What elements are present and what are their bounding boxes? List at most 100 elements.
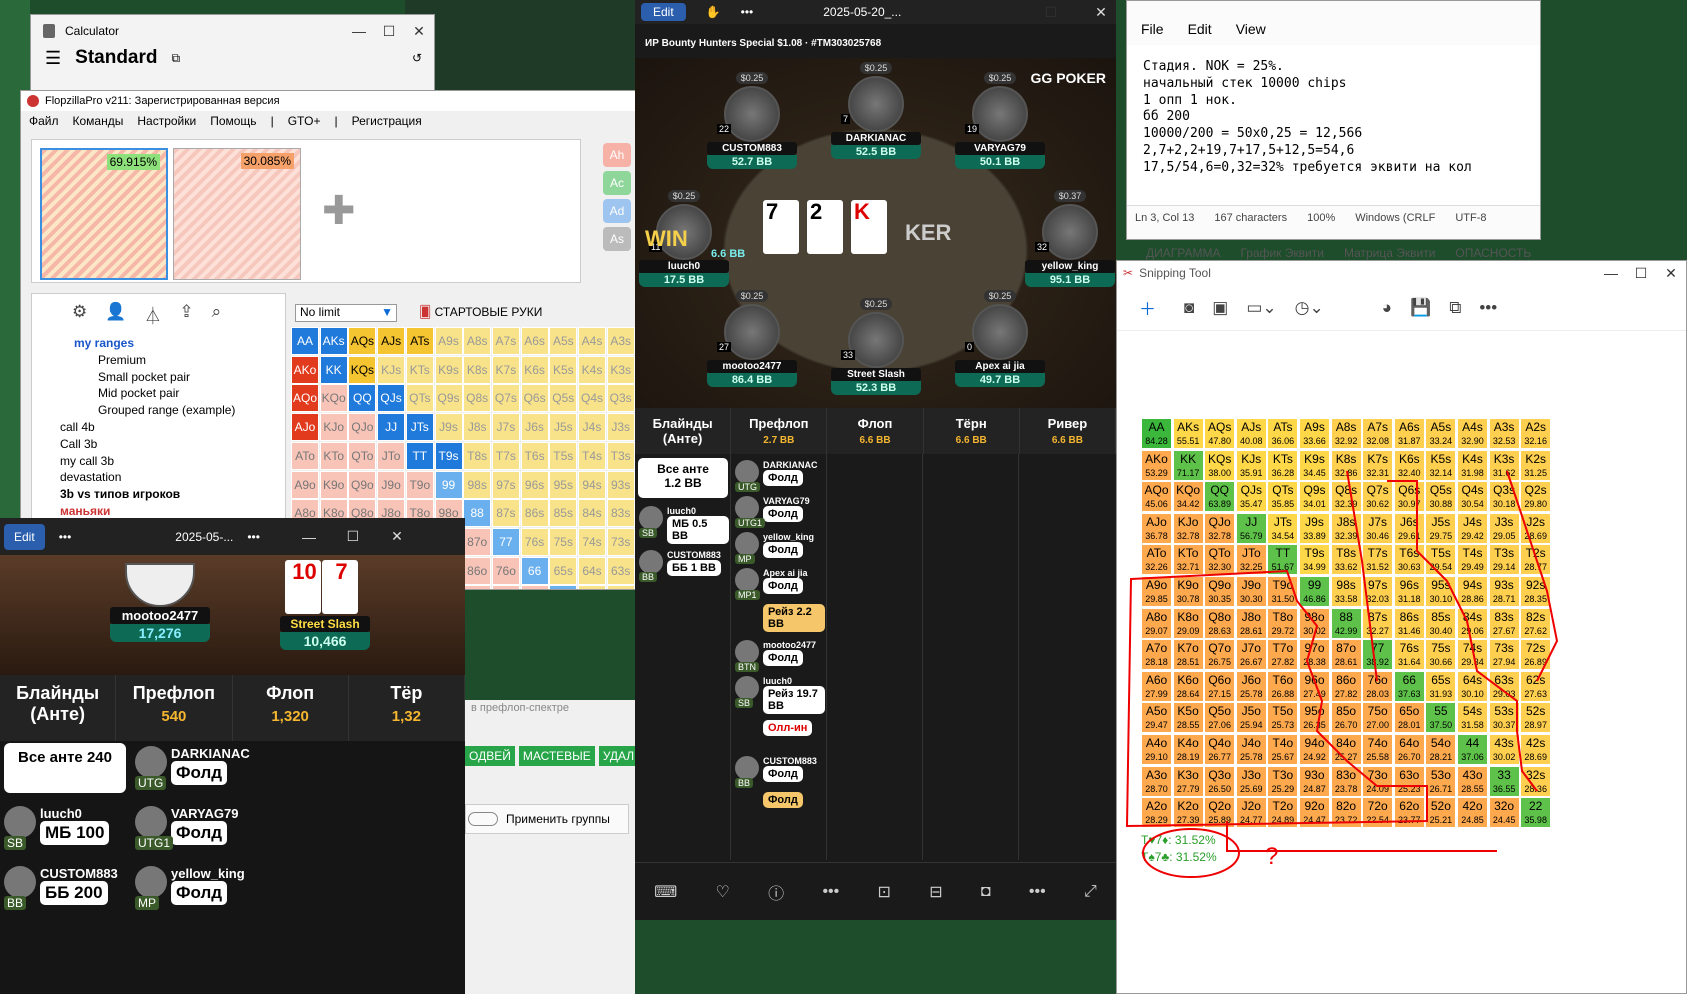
screenshot-icon[interactable]: ⊡ xyxy=(878,882,891,902)
hand-cell[interactable]: J3s xyxy=(606,413,635,442)
hand-cell[interactable]: 95s xyxy=(549,470,578,499)
hand-cell[interactable]: 87s xyxy=(491,499,520,528)
hand-cell[interactable]: KJs xyxy=(377,355,406,384)
hand-cell[interactable]: 74s xyxy=(578,527,606,556)
settings-icon[interactable]: ⚙ xyxy=(72,302,87,327)
hand-cell[interactable]: J7s xyxy=(491,413,520,442)
hand-cell[interactable]: Q9o xyxy=(348,470,377,499)
apply-groups-toggle[interactable] xyxy=(468,812,498,826)
hand-cell[interactable]: 96s xyxy=(520,470,549,499)
minimize-button[interactable]: — xyxy=(294,529,324,545)
hand-cell[interactable]: K9s xyxy=(434,355,463,384)
hand-cell[interactable]: T4s xyxy=(578,441,606,470)
text-area[interactable]: Стадия. NOK = 25%. начальный стек 10000 c… xyxy=(1127,45,1540,205)
hand-cell[interactable]: 76o xyxy=(491,556,520,585)
menu-item[interactable]: Настройки xyxy=(137,114,196,128)
hand-cell[interactable]: AJo xyxy=(291,413,319,442)
menu-item[interactable]: Команды xyxy=(73,114,124,128)
hand-cell[interactable]: ATs xyxy=(405,327,434,355)
tree-item[interactable]: Small pocket pair xyxy=(60,369,285,386)
menu-item[interactable]: GTO+ xyxy=(288,114,321,128)
keep-on-top-icon[interactable]: ⧉ xyxy=(172,51,181,66)
maximize-button[interactable]: ☐ xyxy=(1036,4,1066,21)
hand-cell[interactable]: T5s xyxy=(549,441,578,470)
group-button[interactable]: УДАЛ xyxy=(598,746,639,766)
tree-item[interactable]: Call 3b xyxy=(60,436,285,453)
hand-cell[interactable]: KQo xyxy=(319,384,348,413)
hand-cell[interactable]: AJs xyxy=(377,327,406,355)
hand-cell[interactable]: 97s xyxy=(491,470,520,499)
hand-cell[interactable]: A7s xyxy=(491,327,520,355)
group-button[interactable]: МАСТЕВЫЕ xyxy=(518,746,595,766)
tree-item[interactable]: my call 3b xyxy=(60,453,285,470)
hand-cell[interactable]: Q4s xyxy=(578,384,606,413)
close-button[interactable]: ✕ xyxy=(1086,4,1116,21)
menu-item[interactable]: Edit xyxy=(1188,21,1212,45)
suit-button[interactable]: Ah xyxy=(603,143,631,167)
hand-cell[interactable]: 55 xyxy=(549,585,578,589)
tree-item[interactable]: Mid pocket pair xyxy=(60,385,285,402)
hand-cell[interactable]: J9s xyxy=(434,413,463,442)
hand-cell[interactable]: Q9s xyxy=(434,384,463,413)
hand-cell[interactable]: T6s xyxy=(520,441,549,470)
hand-cell[interactable]: 93s xyxy=(606,470,635,499)
suit-button[interactable]: As xyxy=(603,227,631,251)
hand-cell[interactable]: K9o xyxy=(319,470,348,499)
range2-box[interactable]: 30.085% xyxy=(173,148,301,280)
hand-cell[interactable]: AKs xyxy=(319,327,348,355)
hand-cell[interactable]: KJo xyxy=(319,413,348,442)
user-icon[interactable]: 👤 xyxy=(105,302,126,327)
menu-icon[interactable]: ••• xyxy=(1029,883,1046,901)
history-icon[interactable]: ↺ xyxy=(412,51,422,65)
hand-cell[interactable]: J5s xyxy=(549,413,578,442)
hand-cell[interactable]: J4s xyxy=(578,413,606,442)
hand-icon[interactable]: ✋ xyxy=(706,5,721,19)
hand-cell[interactable]: 54s xyxy=(578,585,606,589)
hand-cell[interactable]: AKo xyxy=(291,355,319,384)
more-icon[interactable]: ••• xyxy=(59,530,72,544)
hand-cell[interactable]: 73s xyxy=(606,527,635,556)
hand-cell[interactable]: ATo xyxy=(291,441,319,470)
tree-item[interactable]: my ranges xyxy=(60,335,285,352)
menu-item[interactable]: Регистрация xyxy=(352,114,422,128)
hand-cell[interactable]: T8s xyxy=(463,441,492,470)
hand-cell[interactable]: 86o xyxy=(463,556,492,585)
hand-cell[interactable]: KTo xyxy=(319,441,348,470)
hand-cell[interactable]: K3s xyxy=(606,355,635,384)
hand-cell[interactable]: KQs xyxy=(348,355,377,384)
hand-cell[interactable]: 98s xyxy=(463,470,492,499)
hand-cell[interactable]: 86s xyxy=(520,499,549,528)
hand-cell[interactable]: QQ xyxy=(348,384,377,413)
heart-icon[interactable]: ♡ xyxy=(716,882,730,902)
hand-cell[interactable]: QTs xyxy=(405,384,434,413)
close-button[interactable]: ✕ xyxy=(404,23,434,40)
search-icon[interactable]: ⌕ xyxy=(212,302,222,327)
hand-cell[interactable]: 75s xyxy=(549,527,578,556)
add-range-icon[interactable]: ✚ xyxy=(322,188,356,234)
filter-icon[interactable]: ⏃ xyxy=(144,302,161,327)
more-icon[interactable]: ••• xyxy=(741,5,754,19)
hand-cell[interactable]: A8s xyxy=(463,327,492,355)
hand-cell[interactable]: 65s xyxy=(549,556,578,585)
hand-cell[interactable]: AQo xyxy=(291,384,319,413)
equilab-tab[interactable]: ОПАСНОСТЬ xyxy=(1455,246,1531,260)
hand-cell[interactable]: 88 xyxy=(463,499,492,528)
menu-item[interactable]: View xyxy=(1236,21,1266,45)
equilab-tab[interactable]: График Эквити xyxy=(1240,246,1323,260)
hand-cell[interactable]: 77 xyxy=(491,527,520,556)
hand-cell[interactable]: 76s xyxy=(520,527,549,556)
camera-icon[interactable]: ◘ xyxy=(981,883,991,901)
group-button[interactable]: ОДВЕЙ xyxy=(465,746,515,766)
hand-cell[interactable]: 66 xyxy=(520,556,549,585)
hamburger-icon[interactable]: ☰ xyxy=(45,48,61,69)
hand-cell[interactable]: J9o xyxy=(377,470,406,499)
close-button[interactable]: ✕ xyxy=(382,528,412,545)
hand-cell[interactable]: K4s xyxy=(578,355,606,384)
limit-select[interactable]: No limit ▼ xyxy=(295,304,397,322)
hand-cell[interactable]: A9s xyxy=(434,327,463,355)
tree-item[interactable]: Premium xyxy=(60,352,285,369)
hand-cell[interactable]: 99 xyxy=(434,470,463,499)
hand-cell[interactable]: Q7s xyxy=(491,384,520,413)
hand-cell[interactable]: K8s xyxy=(463,355,492,384)
hand-cell[interactable]: 63s xyxy=(606,556,635,585)
